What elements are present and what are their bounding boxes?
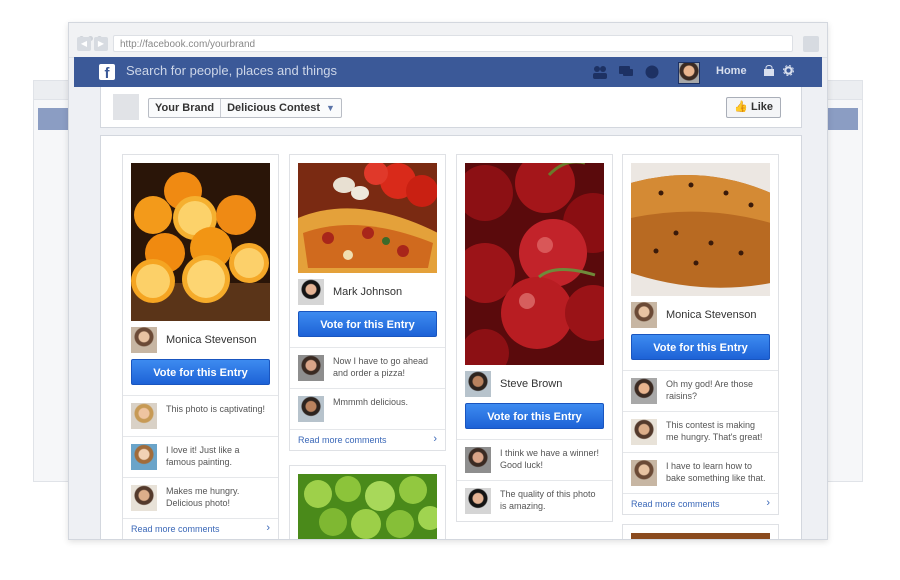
- pizza-image: [298, 163, 437, 273]
- oranges-image: [131, 163, 270, 321]
- page-header: Your Brand Delicious Contest ▼ 👍 Like: [100, 87, 802, 128]
- globe-icon[interactable]: [644, 65, 660, 79]
- vote-button[interactable]: Vote for this Entry: [465, 403, 604, 429]
- comment-text: I love it! Just like a famous painting.: [166, 445, 240, 467]
- author-name[interactable]: Mark Johnson: [333, 286, 402, 298]
- entry-card: [289, 465, 446, 539]
- avatar[interactable]: [131, 485, 157, 511]
- lock-icon[interactable]: [763, 65, 775, 79]
- comment-text: Oh my god! Are those raisins?: [666, 379, 754, 401]
- romanesco-image: [298, 474, 437, 539]
- browser-chrome: ◀ ▶ http://facebook.com/yourbrand: [69, 23, 827, 58]
- user-avatar[interactable]: [678, 62, 700, 84]
- read-more-label: Read more comments: [298, 435, 387, 445]
- chevron-right-icon: ›: [266, 522, 270, 534]
- search-input[interactable]: Search for people, places and things: [126, 63, 337, 78]
- avatar[interactable]: [465, 447, 491, 473]
- avatar[interactable]: [631, 460, 657, 486]
- breadcrumb: Your Brand Delicious Contest ▼: [148, 98, 342, 118]
- avatar[interactable]: [298, 396, 324, 422]
- comment-text: Now I have to go ahead and order a pizza…: [333, 356, 429, 378]
- read-more-link[interactable]: Read more comments ›: [623, 493, 778, 514]
- avatar[interactable]: [465, 488, 491, 514]
- comment: Oh my god! Are those raisins?: [623, 370, 778, 411]
- comment: This photo is captivating!: [123, 395, 278, 436]
- home-link[interactable]: Home: [716, 65, 747, 77]
- read-more-link[interactable]: Read more comments ›: [123, 518, 278, 539]
- browser-menu-icon[interactable]: [803, 36, 819, 52]
- thumbs-up-icon: 👍: [734, 101, 748, 113]
- entry-card: Mark Johnson Vote for this Entry Now I h…: [289, 154, 446, 451]
- read-more-label: Read more comments: [131, 524, 220, 534]
- messages-icon[interactable]: [618, 65, 634, 79]
- comment-text: The quality of this photo is amazing.: [500, 489, 596, 511]
- comment: I love it! Just like a famous painting.: [123, 436, 278, 477]
- comment-text: Makes me hungry. Delicious photo!: [166, 486, 240, 508]
- browser-window: ◀ ▶ http://facebook.com/yourbrand f Sear…: [68, 22, 828, 540]
- avatar[interactable]: [131, 403, 157, 429]
- avatar[interactable]: [631, 378, 657, 404]
- chevron-right-icon: ›: [766, 497, 770, 509]
- avatar[interactable]: [465, 371, 491, 397]
- entry-author: Monica Stevenson: [123, 321, 278, 359]
- entry-photo-bread[interactable]: [631, 163, 770, 296]
- brand-link[interactable]: Your Brand: [149, 102, 220, 114]
- facebook-top-bar: f Search for people, places and things H…: [74, 57, 822, 87]
- gear-icon[interactable]: [783, 65, 794, 79]
- entry-photo-oranges[interactable]: [131, 163, 270, 321]
- avatar[interactable]: [131, 327, 157, 353]
- entry-card: [622, 524, 779, 539]
- comment-text: This photo is captivating!: [166, 404, 266, 414]
- entry-author: Steve Brown: [457, 365, 612, 403]
- avatar[interactable]: [298, 355, 324, 381]
- author-name[interactable]: Monica Stevenson: [666, 309, 757, 321]
- entry-author: Mark Johnson: [290, 273, 445, 311]
- comment: I have to learn how to bake something li…: [623, 452, 778, 493]
- entry-photo-cherries[interactable]: [465, 163, 604, 365]
- read-more-label: Read more comments: [631, 499, 720, 509]
- comment-text: This contest is making me hungry. That's…: [666, 420, 763, 442]
- like-label: Like: [750, 101, 773, 113]
- bread-image: [631, 163, 770, 296]
- comment: Makes me hungry. Delicious photo!: [123, 477, 278, 518]
- chevron-down-icon[interactable]: ▼: [326, 103, 341, 113]
- avatar[interactable]: [131, 444, 157, 470]
- comment-text: I have to learn how to bake something li…: [666, 461, 766, 483]
- entry-card: Steve Brown Vote for this Entry I think …: [456, 154, 613, 522]
- author-name[interactable]: Steve Brown: [500, 378, 562, 390]
- address-bar[interactable]: http://facebook.com/yourbrand: [113, 35, 793, 52]
- author-name[interactable]: Monica Stevenson: [166, 334, 257, 346]
- avatar[interactable]: [298, 279, 324, 305]
- forward-icon[interactable]: ▶: [94, 37, 108, 51]
- entry-photo[interactable]: [631, 533, 770, 539]
- page-thumbnail[interactable]: [113, 94, 139, 120]
- vote-button[interactable]: Vote for this Entry: [298, 311, 437, 337]
- avatar[interactable]: [631, 419, 657, 445]
- comment: Mmmmh delicious.: [290, 388, 445, 429]
- vote-button[interactable]: Vote for this Entry: [131, 359, 270, 385]
- facebook-logo-icon[interactable]: f: [99, 64, 115, 82]
- cherries-image: [465, 163, 604, 365]
- chevron-right-icon: ›: [433, 433, 437, 445]
- friends-icon[interactable]: [592, 65, 608, 79]
- like-button[interactable]: 👍 Like: [726, 97, 781, 118]
- comment: This contest is making me hungry. That's…: [623, 411, 778, 452]
- vote-button[interactable]: Vote for this Entry: [631, 334, 770, 360]
- back-icon[interactable]: ◀: [77, 37, 91, 51]
- avatar[interactable]: [631, 302, 657, 328]
- entry-photo-pizza[interactable]: [298, 163, 437, 273]
- comment-text: Mmmmh delicious.: [333, 397, 409, 407]
- entry-photo-romanesco[interactable]: [298, 474, 437, 539]
- entry-card: Monica Stevenson Vote for this Entry Thi…: [122, 154, 279, 539]
- comment: Now I have to go ahead and order a pizza…: [290, 347, 445, 388]
- comment: I think we have a winner! Good luck!: [457, 439, 612, 480]
- read-more-link[interactable]: Read more comments ›: [290, 429, 445, 450]
- entry-author: Monica Stevenson: [623, 296, 778, 334]
- app-dropdown[interactable]: Delicious Contest: [221, 102, 326, 114]
- comment-text: I think we have a winner! Good luck!: [500, 448, 600, 470]
- contest-gallery: Monica Stevenson Vote for this Entry Thi…: [100, 135, 802, 539]
- comment: The quality of this photo is amazing.: [457, 480, 612, 521]
- entry-card: Monica Stevenson Vote for this Entry Oh …: [622, 154, 779, 515]
